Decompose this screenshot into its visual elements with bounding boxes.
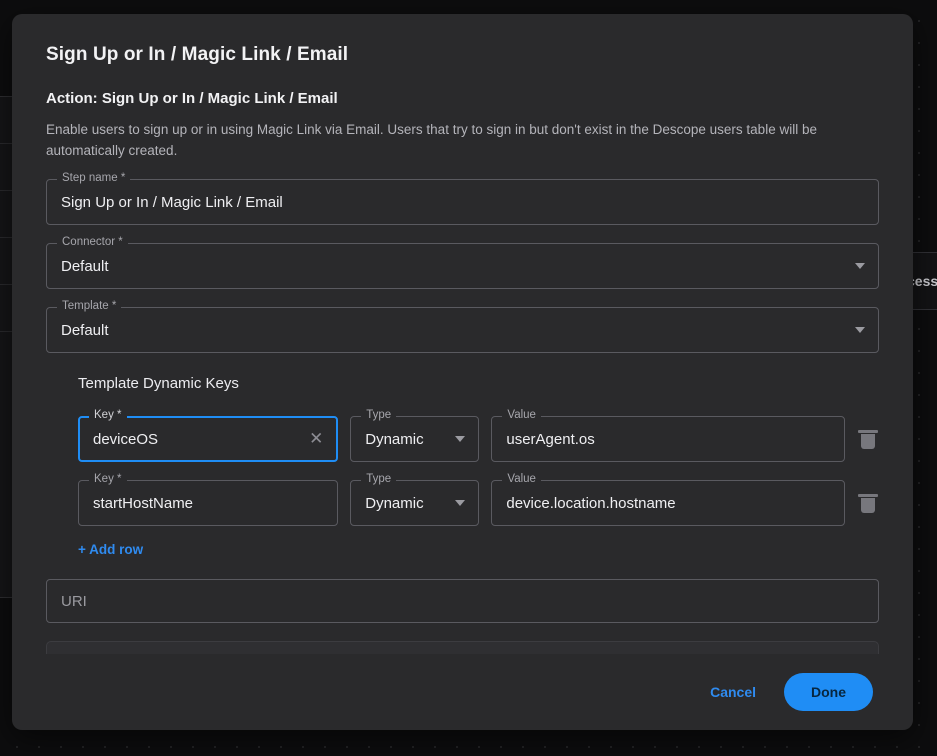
dialog-footer: Cancel Done [12, 654, 913, 730]
dynamic-value-input[interactable]: Value device.location.hostname [491, 473, 845, 526]
template-value: Default [61, 321, 109, 339]
dialog-body: Sign Up or In / Magic Link / Email Actio… [12, 14, 913, 654]
trash-icon[interactable] [857, 492, 879, 514]
step-name-value: Sign Up or In / Magic Link / Email [61, 193, 283, 211]
trash-can [861, 498, 875, 513]
template-select[interactable]: Template * Default [46, 300, 879, 353]
value-value: device.location.hostname [506, 494, 676, 512]
type-value: Dynamic [365, 494, 424, 512]
cancel-button[interactable]: Cancel [704, 676, 762, 708]
action-description: Enable users to sign up or in using Magi… [46, 122, 817, 158]
dynamic-key-row: Key * deviceOS ✕ Type Dynamic Value user… [78, 398, 879, 462]
error-handling-accordion[interactable]: Error handling [46, 641, 879, 654]
dynamic-keys-heading: Template Dynamic Keys [78, 375, 239, 392]
uri-placeholder: URI [61, 592, 87, 610]
key-value: startHostName [93, 494, 194, 512]
done-button[interactable]: Done [784, 673, 873, 711]
chevron-down-icon[interactable] [455, 436, 466, 442]
trash-can [861, 434, 875, 449]
chevron-down-icon[interactable] [855, 263, 865, 269]
action-heading: Action: Sign Up or In / Magic Link / Ema… [46, 90, 338, 107]
action-settings-dialog: Sign Up or In / Magic Link / Email Actio… [12, 14, 913, 730]
dynamic-key-row: Key * startHostName Type Dynamic Value d… [78, 462, 879, 526]
dynamic-key-input[interactable]: Key * startHostName [78, 473, 339, 526]
add-row-button[interactable]: + Add row [78, 542, 143, 557]
connector-select[interactable]: Connector * Default [46, 236, 879, 289]
dynamic-type-select[interactable]: Type Dynamic [350, 473, 480, 526]
value-value: userAgent.os [506, 430, 595, 448]
step-name-field[interactable]: Step name * Sign Up or In / Magic Link /… [46, 172, 879, 225]
trash-lid [858, 494, 878, 497]
uri-field[interactable]: URI [46, 579, 879, 623]
key-value: deviceOS [93, 430, 159, 448]
type-value: Dynamic [365, 430, 424, 448]
chevron-down-icon[interactable] [455, 500, 466, 506]
trash-lid [858, 430, 878, 433]
trash-icon[interactable] [857, 428, 879, 450]
chevron-down-icon[interactable] [855, 327, 865, 333]
template-dynamic-keys-section: Template Dynamic Keys Key * deviceOS ✕ T… [78, 375, 879, 559]
close-icon[interactable]: ✕ [306, 429, 326, 449]
dynamic-type-select[interactable]: Type Dynamic [350, 409, 480, 462]
connector-value: Default [61, 257, 109, 275]
dialog-title: Sign Up or In / Magic Link / Email [46, 44, 349, 65]
dynamic-key-input[interactable]: Key * deviceOS ✕ [78, 409, 339, 462]
dynamic-value-input[interactable]: Value userAgent.os [491, 409, 845, 462]
